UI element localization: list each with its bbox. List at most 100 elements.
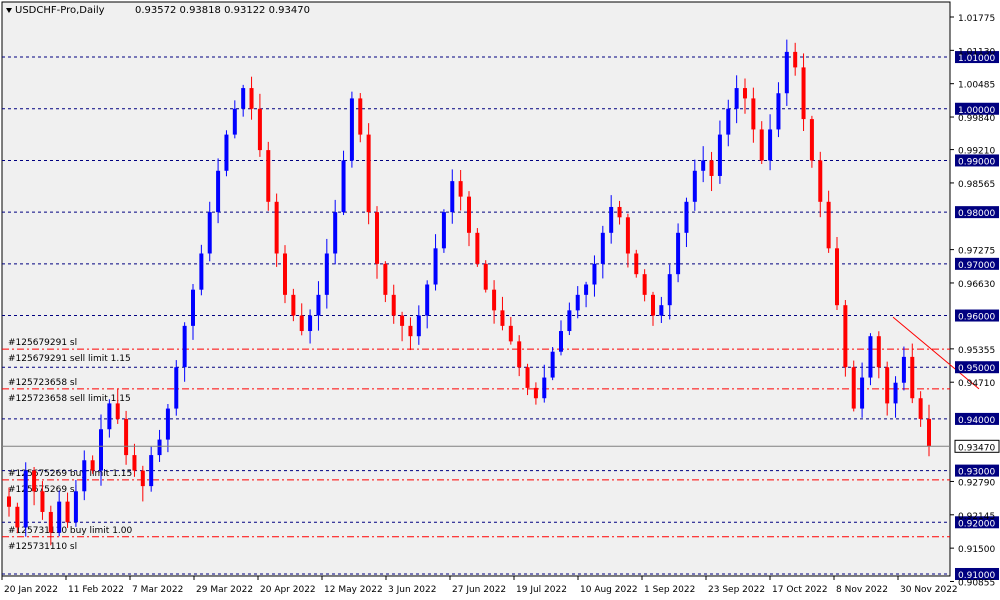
candle-body (617, 206, 622, 218)
candle-body (441, 212, 446, 249)
candle-body (784, 51, 789, 94)
x-tick-label: 1 Sep 2022 (644, 585, 695, 595)
candle-body (157, 439, 162, 456)
candle-body (257, 108, 262, 151)
candle[interactable] (634, 249, 639, 278)
candle-body (876, 336, 881, 368)
candle-body (391, 294, 396, 316)
candle-body (684, 201, 689, 233)
candle[interactable] (224, 130, 229, 177)
candle-body (776, 93, 781, 130)
y-tick-label: 0.90855 (958, 578, 995, 588)
candle-body (918, 398, 923, 419)
candle-body (7, 496, 11, 507)
candle-body (224, 134, 229, 171)
candle-body (885, 367, 890, 404)
candle-body (433, 248, 438, 285)
candle-body (274, 201, 279, 254)
y-tick-label: 0.98565 (958, 180, 995, 190)
candle[interactable] (283, 245, 287, 304)
candle-body (492, 289, 497, 311)
x-tick-label: 12 May 2022 (324, 585, 383, 595)
candle-body (793, 51, 798, 68)
candle-body (182, 325, 187, 368)
candle-body (291, 294, 296, 316)
candle[interactable] (868, 333, 873, 386)
candle[interactable] (483, 260, 488, 293)
candle-body (533, 387, 538, 399)
candle-body (634, 253, 639, 275)
x-tick-label: 27 Jun 2022 (452, 585, 506, 595)
candle-body (232, 108, 237, 135)
candle[interactable] (174, 360, 179, 416)
order-line-label: #125679291 sl (8, 338, 77, 348)
candle-body (425, 284, 430, 316)
candle-body (299, 315, 304, 332)
candle-body (57, 501, 62, 533)
candle[interactable] (266, 141, 271, 211)
candle[interactable] (843, 300, 848, 377)
candle-body (567, 310, 572, 332)
candle-body (241, 88, 246, 109)
candle-body (500, 310, 505, 326)
candle-body (191, 289, 195, 326)
candle-body (174, 367, 179, 409)
ohlc-readout: 0.93572 0.93818 0.93122 0.93470 (135, 5, 310, 16)
candle-body (82, 460, 87, 492)
candle-body (408, 325, 413, 337)
candle[interactable] (475, 228, 480, 267)
candle-body (467, 196, 471, 233)
y-tick-label: 0.91500 (958, 545, 995, 555)
y-tick-label: 0.99210 (958, 147, 995, 157)
candle-body (609, 206, 614, 233)
candle-body (851, 367, 856, 409)
candle-body (216, 170, 221, 213)
candle-body (709, 160, 714, 176)
candle-body (835, 248, 839, 306)
x-tick-label: 8 Nov 2022 (836, 585, 888, 595)
candle-body (73, 491, 78, 523)
candle-body (676, 232, 681, 275)
candle[interactable] (851, 360, 856, 412)
candle-body (659, 305, 664, 316)
candle-body (743, 88, 747, 99)
level-price-label: 0.94000 (958, 416, 995, 426)
candle-body (48, 511, 53, 533)
candle-body (140, 470, 145, 487)
y-tick-label: 0.92790 (958, 478, 995, 488)
candle-body (843, 305, 848, 368)
x-tick-label: 11 Feb 2022 (68, 585, 124, 595)
candle-body (375, 212, 379, 264)
candle-body (165, 408, 170, 440)
candle-body (525, 367, 530, 388)
candle-body (542, 377, 547, 399)
candle-body (333, 212, 338, 254)
candle[interactable] (349, 91, 354, 168)
candle-body (207, 212, 212, 254)
candle[interactable] (23, 462, 28, 537)
y-tick-label: 0.92145 (958, 512, 995, 522)
candle-body (324, 253, 329, 295)
price-chart[interactable]: #125679291 sl #125679291 sell limit 1.15 #… (0, 0, 1000, 600)
candle-body (759, 129, 764, 161)
y-tick-label: 0.95355 (958, 346, 995, 356)
y-tick-label: 0.99840 (958, 114, 995, 124)
candle[interactable] (441, 209, 446, 253)
x-tick-label: 10 Aug 2022 (580, 585, 638, 595)
candle-body (701, 160, 706, 171)
level-price-label: 0.96000 (958, 313, 995, 323)
level-price-label: 0.97000 (958, 261, 995, 271)
candle-body (450, 181, 455, 213)
candle[interactable] (366, 123, 371, 225)
candle-body (149, 455, 154, 487)
candle[interactable] (550, 346, 555, 381)
chart-header: USDCHF-Pro,Daily 0.93572 0.93818 0.93122… (6, 5, 310, 16)
candle[interactable] (809, 115, 814, 168)
candle-body (458, 181, 463, 197)
candle-body (508, 325, 513, 342)
level-price-label: 0.93000 (958, 468, 995, 478)
candle-body (809, 119, 814, 161)
candle-body (818, 160, 823, 202)
y-tick-label: 0.94710 (958, 379, 995, 389)
x-tick-label: 19 Jul 2022 (516, 585, 567, 595)
